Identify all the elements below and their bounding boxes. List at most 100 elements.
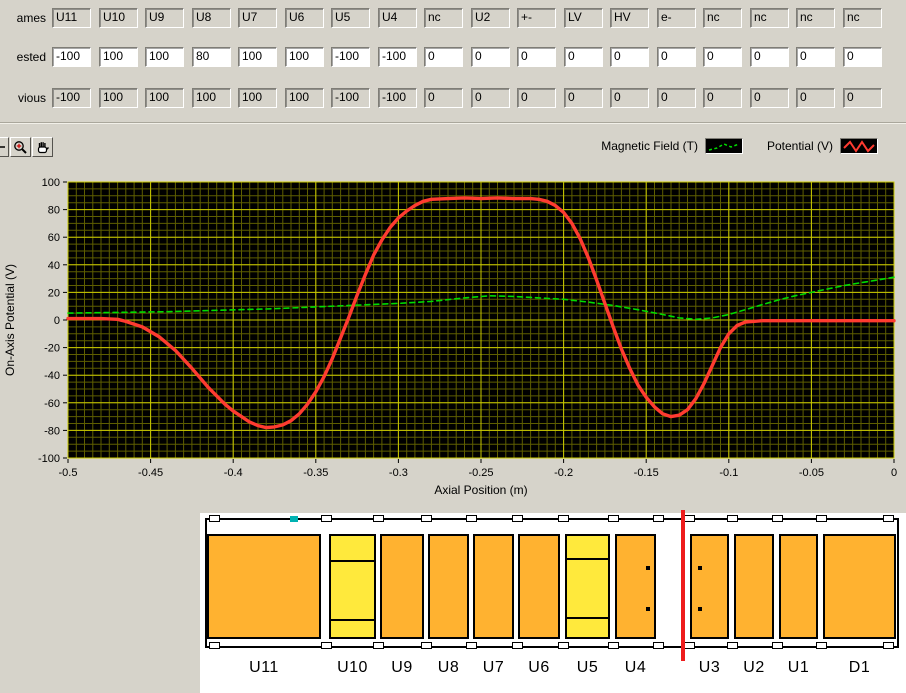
- channel-name-13: e-: [657, 8, 696, 28]
- y-tick-label: 80: [48, 205, 60, 217]
- requested-voltage-17[interactable]: 0: [843, 47, 882, 67]
- electrode-dot: [646, 566, 650, 570]
- requested-voltage-2[interactable]: 100: [145, 47, 184, 67]
- previous-voltage-7: -100: [378, 88, 417, 108]
- channel-name-10: +-: [517, 8, 556, 28]
- previous-voltage-9: 0: [471, 88, 510, 108]
- xy-graph[interactable]: 100 80 60 40 20 0 -20 -40 -60 -80 -100 -0.5 -0.45 -0.…: [0, 130, 906, 510]
- mounting-tab-top: [420, 515, 432, 522]
- previous-voltage-12: 0: [610, 88, 649, 108]
- requested-voltage-9[interactable]: 0: [471, 47, 510, 67]
- previous-voltage-17: 0: [843, 88, 882, 108]
- channel-name-15: nc: [750, 8, 789, 28]
- mounting-tab-bottom: [771, 642, 783, 649]
- cyan-marker: [290, 516, 298, 522]
- electrode-label-U7: U7: [482, 659, 505, 676]
- mounting-tab-top: [465, 515, 477, 522]
- previous-voltage-5: 100: [285, 88, 324, 108]
- channel-name-4: U7: [238, 8, 277, 28]
- mounting-tab-bottom: [208, 642, 220, 649]
- beam-position-marker: [681, 510, 685, 661]
- requested-voltage-8[interactable]: 0: [424, 47, 463, 67]
- mounting-tab-top: [882, 515, 894, 522]
- requested-voltage-3[interactable]: 80: [192, 47, 231, 67]
- requested-voltage-13[interactable]: 0: [657, 47, 696, 67]
- x-tick-label: -0.45: [138, 467, 163, 479]
- mounting-tab-top: [208, 515, 220, 522]
- electrode-U4: [615, 534, 656, 639]
- y-tick-label: 40: [48, 260, 60, 272]
- electrode-segment-line: [331, 619, 374, 621]
- y-tick-label: -20: [44, 343, 60, 355]
- y-tick-label: -80: [44, 425, 60, 437]
- mounting-tab-top: [683, 515, 695, 522]
- mounting-tab-bottom: [683, 642, 695, 649]
- mounting-tab-top: [607, 515, 619, 522]
- requested-voltage-6[interactable]: -100: [331, 47, 370, 67]
- channel-name-8: nc: [424, 8, 463, 28]
- electrode-U6: [518, 534, 560, 639]
- electrode-U9: [380, 534, 424, 639]
- electrode-U7: [473, 534, 514, 639]
- row-label-previous: vious: [17, 91, 46, 105]
- mounting-tab-top: [557, 515, 569, 522]
- requested-voltage-16[interactable]: 0: [796, 47, 835, 67]
- electrode-label-U9: U9: [391, 659, 413, 676]
- row-label-requested: ested: [16, 50, 46, 64]
- trap-electrode-schematic: U11 U10 U9 U8 U7 U6 U5 U4 U3 U2 U1 D1: [200, 510, 906, 693]
- electrode-segment-line: [331, 560, 374, 562]
- electrode-U1: [779, 534, 818, 639]
- electrode-segment-line: [567, 558, 608, 560]
- previous-voltage-4: 100: [238, 88, 277, 108]
- channel-name-2: U9: [145, 8, 184, 28]
- channel-name-3: U8: [192, 8, 231, 28]
- x-tick-label: -0.35: [303, 467, 328, 479]
- previous-voltage-15: 0: [750, 88, 789, 108]
- requested-voltage-0[interactable]: -100: [52, 47, 91, 67]
- requested-voltage-5[interactable]: 100: [285, 47, 324, 67]
- previous-voltage-3: 100: [192, 88, 231, 108]
- channel-name-5: U6: [285, 8, 324, 28]
- mounting-tab-bottom: [420, 642, 432, 649]
- electrode-D1: [823, 534, 896, 639]
- requested-voltage-15[interactable]: 0: [750, 47, 789, 67]
- mounting-tab-top: [652, 515, 664, 522]
- previous-voltage-2: 100: [145, 88, 184, 108]
- y-tick-label: 100: [42, 177, 60, 189]
- electrode-label-U5: U5: [576, 659, 599, 676]
- mounting-tab-bottom: [882, 642, 894, 649]
- x-tick-label: -0.3: [389, 467, 408, 479]
- x-tick-label: -0.25: [468, 467, 493, 479]
- row-label-names: ames: [16, 11, 46, 25]
- mounting-tab-bottom: [652, 642, 664, 649]
- requested-voltage-11[interactable]: 0: [564, 47, 603, 67]
- previous-voltage-8: 0: [424, 88, 463, 108]
- electrode-label-D1: D1: [848, 659, 871, 676]
- electrode-U5: [565, 534, 610, 639]
- electrode-label-U11: U11: [249, 659, 279, 676]
- electrode-label-U2: U2: [743, 659, 765, 676]
- electrode-label-U6: U6: [528, 659, 550, 676]
- electrode-U11: [207, 534, 321, 639]
- x-tick-label: -0.1: [719, 467, 738, 479]
- electrode-label-U4: U4: [624, 659, 647, 676]
- y-tick-label: 60: [48, 232, 60, 244]
- electrode-segment-line: [567, 617, 608, 619]
- electrode-U8: [428, 534, 469, 639]
- mounting-tab-bottom: [726, 642, 738, 649]
- requested-voltage-14[interactable]: 0: [703, 47, 742, 67]
- x-tick-label: 0: [891, 467, 897, 479]
- mounting-tab-bottom: [465, 642, 477, 649]
- requested-voltage-10[interactable]: 0: [517, 47, 556, 67]
- previous-voltage-10: 0: [517, 88, 556, 108]
- electrode-dot: [698, 566, 702, 570]
- y-tick-label: -100: [38, 453, 60, 465]
- electrode-label-U8: U8: [437, 659, 460, 676]
- channel-name-1: U10: [99, 8, 138, 28]
- mounting-tab-bottom: [557, 642, 569, 649]
- requested-voltage-12[interactable]: 0: [610, 47, 649, 67]
- requested-voltage-7[interactable]: -100: [378, 47, 417, 67]
- requested-voltage-1[interactable]: 100: [99, 47, 138, 67]
- mounting-tab-top: [815, 515, 827, 522]
- requested-voltage-4[interactable]: 100: [238, 47, 277, 67]
